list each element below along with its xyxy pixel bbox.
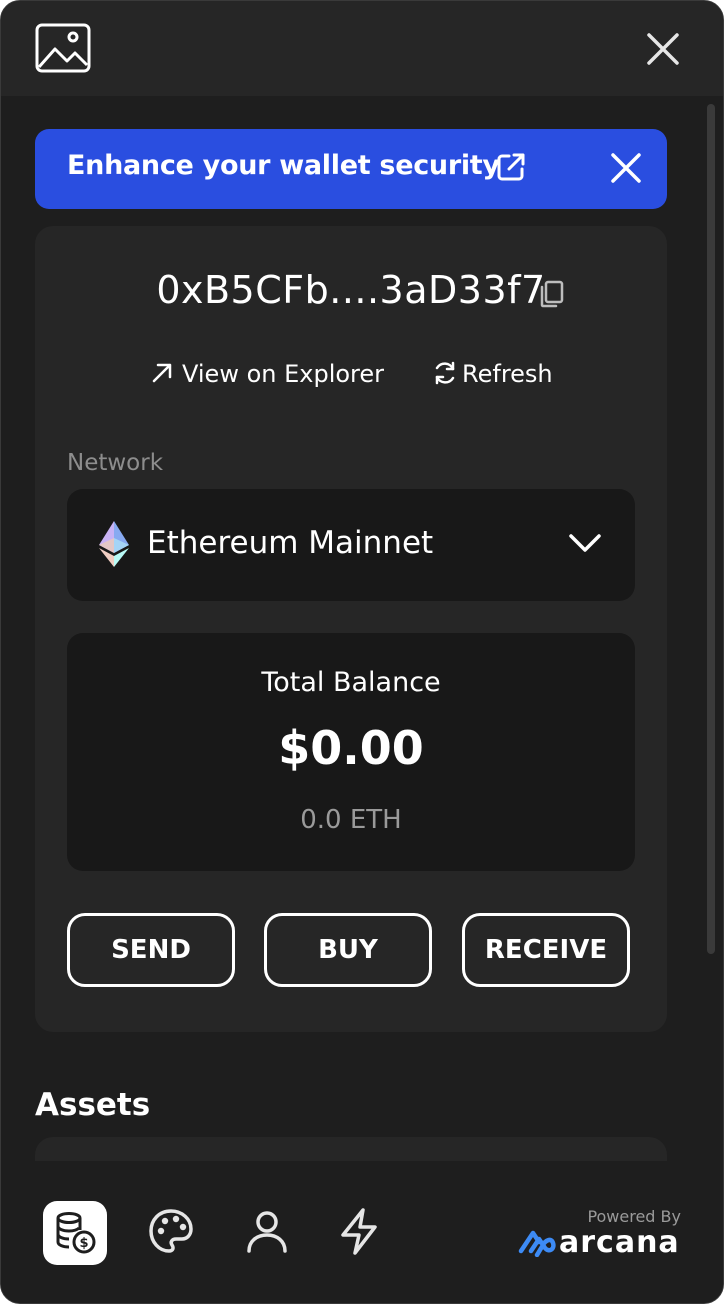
external-link-icon[interactable] bbox=[495, 151, 527, 183]
user-icon[interactable] bbox=[243, 1207, 291, 1255]
chevron-down-icon bbox=[569, 534, 601, 552]
network-select[interactable]: Ethereum Mainnet bbox=[67, 489, 635, 601]
arrow-up-right-icon bbox=[152, 363, 172, 383]
refresh-button[interactable]: Refresh bbox=[432, 360, 553, 388]
svg-text:$: $ bbox=[79, 1236, 88, 1251]
wallet-card: 0xB5CFb....3aD33f7 View on Explorer Refr… bbox=[35, 226, 667, 1032]
arcana-brand: arcana bbox=[559, 1225, 680, 1260]
close-icon[interactable] bbox=[645, 31, 681, 67]
view-on-explorer-link[interactable]: View on Explorer bbox=[150, 360, 384, 388]
network-name: Ethereum Mainnet bbox=[147, 525, 434, 561]
image-icon bbox=[35, 23, 91, 73]
view-on-explorer-label: View on Explorer bbox=[182, 360, 385, 388]
palette-icon[interactable] bbox=[147, 1207, 195, 1255]
copy-icon[interactable] bbox=[539, 280, 565, 308]
lightning-icon[interactable] bbox=[335, 1207, 383, 1255]
wallet-window: Enhance your wallet security 0xB5CFb....… bbox=[0, 0, 724, 1304]
scrollbar[interactable] bbox=[707, 104, 715, 954]
wallet-address: 0xB5CFb....3aD33f7 bbox=[156, 268, 546, 312]
banner-text: Enhance your wallet security bbox=[67, 150, 500, 181]
top-bar bbox=[1, 1, 723, 96]
send-button[interactable]: SEND bbox=[67, 913, 235, 987]
refresh-icon bbox=[435, 361, 455, 385]
security-banner[interactable]: Enhance your wallet security bbox=[35, 129, 667, 209]
total-balance-label: Total Balance bbox=[261, 667, 441, 698]
arcana-logo-icon bbox=[518, 1230, 556, 1257]
nav-assets[interactable]: $ bbox=[43, 1201, 107, 1265]
banner-close-icon[interactable] bbox=[609, 151, 643, 185]
buy-button[interactable]: BUY bbox=[264, 913, 432, 987]
total-balance-value: $0.00 bbox=[278, 721, 424, 775]
bottom-nav: $ Powered By arcana bbox=[1, 1161, 723, 1303]
eth-balance: 0.0 ETH bbox=[300, 805, 402, 835]
powered-by-label: Powered By bbox=[587, 1207, 681, 1226]
refresh-label: Refresh bbox=[462, 360, 553, 388]
ethereum-icon bbox=[99, 521, 129, 567]
coins-icon: $ bbox=[56, 1212, 96, 1254]
assets-title: Assets bbox=[35, 1087, 151, 1123]
network-label: Network bbox=[67, 450, 164, 476]
balance-box: Total Balance $0.00 0.0 ETH bbox=[67, 633, 635, 871]
receive-button[interactable]: RECEIVE bbox=[462, 913, 630, 987]
